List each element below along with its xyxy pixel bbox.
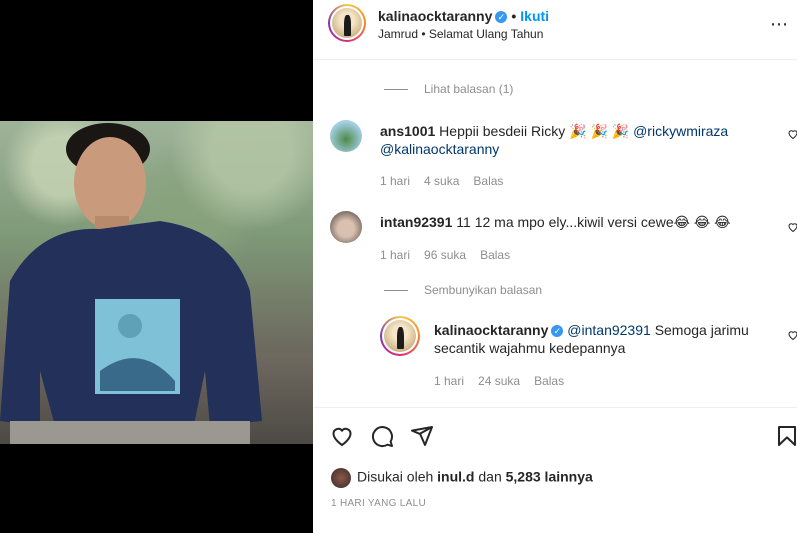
- reply-button[interactable]: Balas: [473, 174, 503, 188]
- reply-divider: [384, 290, 408, 292]
- reply-heart-icon[interactable]: [787, 329, 797, 341]
- reply-text: kalinaocktaranny ✓ @intan92391 Semoga jar…: [434, 321, 789, 357]
- reply-button[interactable]: Balas: [534, 374, 564, 388]
- view-replies-label: Lihat balasan (1): [424, 82, 514, 96]
- comment-text: ans1001 Heppii besdeii Ricky 🎉 🎉 🎉 @rick…: [380, 122, 780, 158]
- comment-icon[interactable]: [370, 424, 394, 448]
- hide-replies-button[interactable]: Sembunyikan balasan: [384, 283, 542, 297]
- reply-button[interactable]: Balas: [480, 248, 510, 262]
- comments-list[interactable]: Lihat balasan (1) ans1001 Heppii besdeii…: [313, 60, 797, 407]
- comment-likes[interactable]: 4 suka: [424, 174, 459, 188]
- liked-mid: dan: [478, 468, 502, 485]
- comment-avatar[interactable]: [330, 120, 362, 152]
- comment-mention[interactable]: @kalinaocktaranny: [380, 141, 499, 157]
- reply-time[interactable]: 1 hari: [434, 374, 464, 388]
- post-subtitle[interactable]: Jamrud • Selamat Ulang Tahun: [378, 27, 543, 41]
- verified-badge-icon: ✓: [551, 325, 564, 338]
- reply-likes[interactable]: 24 suka: [478, 374, 520, 388]
- follow-button[interactable]: Ikuti: [520, 8, 549, 24]
- separator-dot: •: [511, 8, 517, 24]
- comment-username[interactable]: ans1001: [380, 123, 435, 139]
- post-photo[interactable]: [0, 121, 313, 444]
- author-line: kalinaocktaranny ✓ • Ikuti: [378, 8, 549, 24]
- comment-meta: 1 hari 96 suka Balas: [380, 248, 524, 262]
- post-actions: Disukai oleh inul.d dan 5,283 lainnya 1 …: [313, 407, 797, 533]
- comment-text: intan92391 11 12 ma mpo ely...kiwil vers…: [380, 213, 780, 231]
- reply-meta: 1 hari 24 suka Balas: [434, 374, 578, 388]
- liker-avatar[interactable]: [331, 468, 351, 488]
- post-date[interactable]: 1 HARI YANG LALU: [331, 498, 426, 509]
- liked-prefix: Disukai oleh: [357, 468, 434, 485]
- post-panel: kalinaocktaranny ✓ • Ikuti Jamrud • Selamat…: [313, 0, 797, 533]
- reply-divider: [384, 89, 408, 91]
- likes-summary: Disukai oleh inul.d dan 5,283 lainnya: [331, 468, 593, 488]
- verified-badge-icon: ✓: [495, 11, 508, 24]
- comment-username[interactable]: intan92391: [380, 214, 452, 230]
- more-options-icon[interactable]: ⋯: [770, 14, 789, 35]
- liked-user[interactable]: inul.d: [437, 469, 474, 485]
- author-username[interactable]: kalinaocktaranny: [378, 8, 492, 24]
- share-icon[interactable]: [410, 424, 434, 448]
- reply-avatar[interactable]: [380, 316, 420, 356]
- comment-time[interactable]: 1 hari: [380, 248, 410, 262]
- photo-person: [0, 123, 262, 444]
- comment-meta: 1 hari 4 suka Balas: [380, 174, 517, 188]
- hide-replies-label: Sembunyikan balasan: [424, 283, 543, 297]
- liked-count[interactable]: 5,283 lainnya: [506, 469, 593, 485]
- comment-heart-icon[interactable]: [787, 221, 797, 233]
- comment-body: Heppii besdeii Ricky 🎉 🎉 🎉: [439, 123, 630, 139]
- reply-mention[interactable]: @intan92391: [567, 322, 651, 338]
- post-header: kalinaocktaranny ✓ • Ikuti Jamrud • Selamat…: [313, 0, 797, 60]
- heart-icon[interactable]: [330, 424, 354, 448]
- bookmark-icon[interactable]: [775, 424, 797, 448]
- author-avatar[interactable]: [328, 4, 366, 42]
- view-replies-button[interactable]: Lihat balasan (1): [384, 82, 513, 96]
- post-media[interactable]: [0, 0, 313, 533]
- comment-time[interactable]: 1 hari: [380, 174, 410, 188]
- comment-body: 11 12 ma mpo ely...kiwil versi cewe😂 😂 😂: [456, 214, 731, 230]
- reply-username[interactable]: kalinaocktaranny: [434, 322, 548, 338]
- comment-heart-icon[interactable]: [787, 128, 797, 140]
- comment-likes[interactable]: 96 suka: [424, 248, 466, 262]
- comment-mention[interactable]: @rickywmiraza: [633, 123, 728, 139]
- comment-avatar[interactable]: [330, 211, 362, 243]
